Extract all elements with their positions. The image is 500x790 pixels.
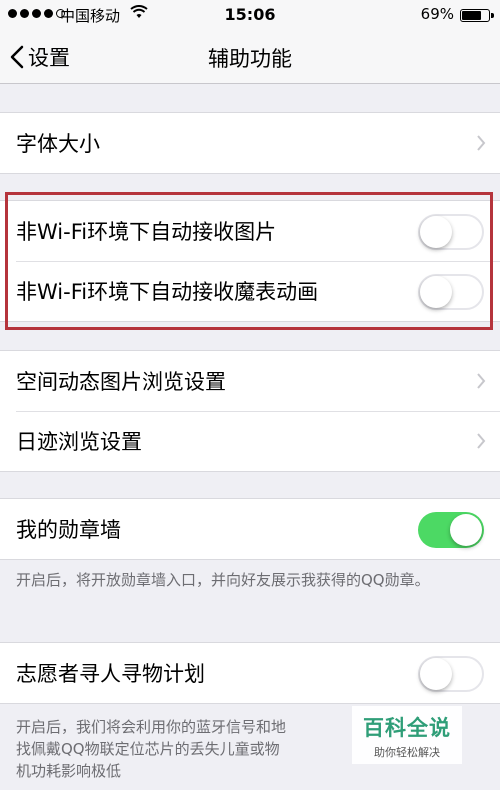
watermark-logo: 百科全说 助你轻松解决 <box>352 706 462 764</box>
font-size-row[interactable]: 字体大小 <box>0 113 500 173</box>
badge-wall-group: 我的勋章墙 <box>0 498 500 560</box>
font-size-label: 字体大小 <box>16 132 100 156</box>
navigation-bar: 设置 辅助功能 <box>0 30 500 84</box>
volunteer-row: 志愿者寻人寻物计划 <box>0 643 500 703</box>
page-title: 辅助功能 <box>208 47 292 71</box>
space-browse-row[interactable]: 空间动态图片浏览设置 <box>0 351 500 411</box>
badge-wall-label: 我的勋章墙 <box>16 518 121 542</box>
volunteer-toggle[interactable] <box>418 656 484 692</box>
badge-wall-footer: 开启后，将开放勋章墙入口，并向好友展示我获得的QQ勋章。 <box>16 571 430 589</box>
font-settings-group: 字体大小 <box>0 112 500 174</box>
volunteer-label: 志愿者寻人寻物计划 <box>16 662 205 686</box>
status-bar: 中国移动 15:06 69% <box>0 0 500 30</box>
space-browse-label: 空间动态图片浏览设置 <box>16 370 226 394</box>
chevron-right-icon <box>477 433 486 449</box>
watermark-title: 百科全说 <box>363 716 451 740</box>
chevron-right-icon <box>477 373 486 389</box>
watermark-subtitle: 助你轻松解决 <box>374 746 440 759</box>
browse-settings-group: 空间动态图片浏览设置 日迹浏览设置 <box>0 350 500 472</box>
chevron-right-icon <box>477 135 486 151</box>
battery-percent: 69% <box>420 5 454 23</box>
volunteer-group: 志愿者寻人寻物计划 <box>0 642 500 704</box>
highlight-box <box>5 192 493 330</box>
battery-icon <box>460 9 494 22</box>
trace-browse-row[interactable]: 日迹浏览设置 <box>0 411 500 471</box>
badge-wall-row: 我的勋章墙 <box>0 499 500 559</box>
trace-browse-label: 日迹浏览设置 <box>16 430 142 454</box>
badge-wall-toggle[interactable] <box>418 512 484 548</box>
